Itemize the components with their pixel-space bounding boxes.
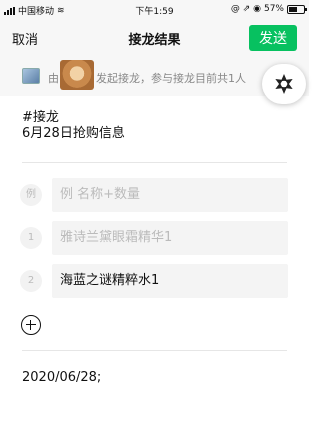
row-1-number: 1 bbox=[20, 227, 42, 249]
add-row-button[interactable] bbox=[21, 315, 41, 335]
row-2-input[interactable]: 海蓝之谜精粹水1 bbox=[52, 264, 288, 298]
battery-percent: 57% bbox=[263, 4, 284, 14]
battery-icon bbox=[287, 4, 307, 14]
supplement-text[interactable]: 2020/06/28; bbox=[22, 370, 101, 385]
jielong-title[interactable]: #接龙 6月28日抢购信息 bbox=[22, 110, 125, 142]
info-by-label: 由 bbox=[48, 72, 59, 85]
send-button[interactable]: 发送 bbox=[249, 25, 297, 51]
image-icon bbox=[22, 68, 40, 84]
status-bar: 中国移动 ≋ 下午1:59 @ ⇗ ◉ 57% bbox=[0, 0, 309, 20]
floating-menu-button[interactable] bbox=[262, 64, 306, 104]
aperture-icon bbox=[275, 74, 293, 94]
row-1-input[interactable]: 雅诗兰黛眼霜精华1 bbox=[52, 221, 288, 255]
info-summary: 发起接龙，参与接龙目前共1人 bbox=[96, 72, 246, 85]
status-right: @ ⇗ ◉ 57% bbox=[230, 4, 307, 14]
divider bbox=[22, 350, 287, 351]
nav-bar: 取消 接龙结果 发送 bbox=[0, 20, 309, 56]
status-icons: @ ⇗ ◉ bbox=[230, 4, 261, 14]
title-line-1: #接龙 bbox=[22, 110, 59, 125]
title-line-2: 6月28日抢购信息 bbox=[22, 126, 125, 141]
divider bbox=[22, 162, 287, 163]
example-row-number: 例 bbox=[20, 184, 42, 206]
row-2-number: 2 bbox=[20, 270, 42, 292]
example-input[interactable]: 例 名称+数量 bbox=[52, 178, 288, 212]
avatar bbox=[60, 60, 94, 90]
